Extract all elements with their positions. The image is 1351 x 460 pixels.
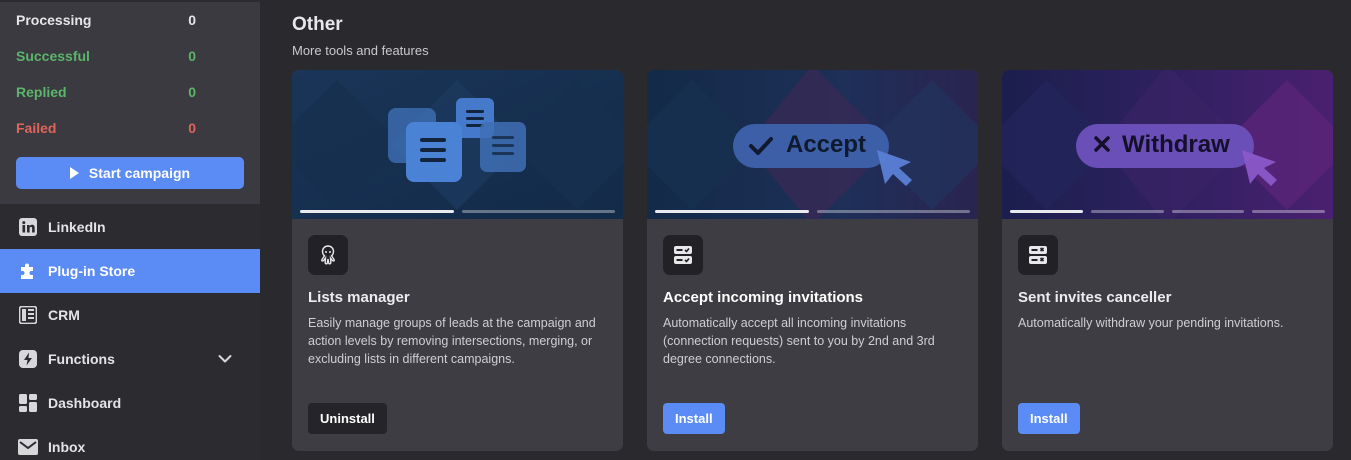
sidebar-item-linkedin[interactable]: LinkedIn: [0, 205, 260, 249]
accept-list-icon: [663, 235, 703, 275]
install-button[interactable]: Install: [1018, 403, 1080, 434]
linkedin-icon: [18, 217, 38, 237]
stat-value: 0: [188, 84, 196, 100]
stat-label: Processing: [16, 12, 92, 28]
campaign-stats: Processing 0 Successful 0 Replied 0 Fail…: [0, 2, 260, 204]
octopus-icon: [308, 235, 348, 275]
sidebar-nav: LinkedIn Plug-in Store CRM Functions Das…: [0, 204, 260, 460]
lists-banner-illustration: [292, 70, 623, 219]
stat-successful: Successful 0: [16, 38, 196, 74]
plugin-card-body: Accept incoming invitations Automaticall…: [647, 219, 978, 368]
crm-icon: [18, 305, 38, 325]
stat-label: Replied: [16, 84, 67, 100]
banner-progress: [655, 210, 970, 213]
plugin-banner: Accept: [647, 70, 978, 219]
progress-segment[interactable]: [1010, 210, 1083, 213]
plugin-card-body: Sent invites canceller Automatically wit…: [1002, 219, 1333, 332]
sidebar-item-label: LinkedIn: [48, 219, 106, 235]
start-campaign-button[interactable]: Start campaign: [16, 157, 244, 189]
plugin-banner: Withdraw: [1002, 70, 1333, 219]
section-title: Other: [292, 14, 343, 35]
stat-value: 0: [188, 48, 196, 64]
sidebar-item-inbox[interactable]: Inbox: [0, 425, 260, 460]
plugin-cards: Lists manager Easily manage groups of le…: [292, 70, 1351, 451]
install-button[interactable]: Install: [663, 403, 725, 434]
plugin-card-lists-manager: Lists manager Easily manage groups of le…: [292, 70, 623, 451]
sidebar-item-label: Inbox: [48, 439, 86, 455]
play-icon: [69, 167, 79, 179]
banner-progress: [300, 210, 615, 213]
plugin-description: Easily manage groups of leads at the cam…: [308, 316, 596, 366]
stat-label: Successful: [16, 48, 90, 64]
banner-progress: [1010, 210, 1325, 213]
progress-segment[interactable]: [1090, 210, 1164, 213]
sidebar-item-functions[interactable]: Functions: [0, 337, 260, 381]
sidebar-item-label: Plug-in Store: [48, 263, 136, 279]
banner-withdraw-label: Withdraw: [1122, 131, 1230, 158]
start-campaign-label: Start campaign: [88, 165, 191, 181]
sidebar-item-crm[interactable]: CRM: [0, 293, 260, 337]
progress-segment[interactable]: [655, 210, 809, 213]
plugin-title: Accept incoming invitations: [663, 289, 864, 306]
progress-segment[interactable]: [461, 210, 615, 213]
plugin-description: Automatically accept all incoming invita…: [663, 316, 935, 366]
banner-accept-label: Accept: [786, 131, 867, 158]
progress-segment[interactable]: [816, 210, 970, 213]
sidebar-item-label: Functions: [48, 351, 115, 367]
stat-replied: Replied 0: [16, 74, 196, 110]
stat-label: Failed: [16, 120, 57, 136]
cancel-list-icon: [1018, 235, 1058, 275]
sidebar-item-label: CRM: [48, 307, 80, 323]
plugin-title: Sent invites canceller: [1018, 289, 1172, 306]
sidebar-item-plugin-store[interactable]: Plug-in Store: [0, 249, 260, 293]
lightning-icon: [18, 349, 38, 369]
stat-value: 0: [188, 120, 196, 136]
plugin-card-body: Lists manager Easily manage groups of le…: [292, 219, 623, 368]
sidebar-item-label: Dashboard: [48, 395, 122, 411]
chevron-down-icon[interactable]: [218, 351, 232, 367]
plugin-store-main: Other More tools and features Lists mana…: [260, 0, 1351, 460]
puzzle-icon: [18, 261, 38, 281]
sidebar: Processing 0 Successful 0 Replied 0 Fail…: [0, 0, 260, 460]
plugin-title: Lists manager: [308, 289, 410, 306]
app-root: Processing 0 Successful 0 Replied 0 Fail…: [0, 0, 1351, 460]
dashboard-icon: [18, 393, 38, 413]
plugin-banner: [292, 70, 623, 219]
plugin-card-accept-invitations: Accept Accept incoming invitations Autom…: [647, 70, 978, 451]
stat-failed: Failed 0: [16, 110, 196, 146]
progress-segment[interactable]: [1171, 210, 1245, 213]
progress-segment[interactable]: [1252, 210, 1325, 213]
plugin-card-invites-canceller: Withdraw Sent invites canceller Automati…: [1002, 70, 1333, 451]
plugin-description: Automatically withdraw your pending invi…: [1018, 316, 1284, 330]
uninstall-button[interactable]: Uninstall: [308, 403, 387, 434]
stat-value: 0: [188, 12, 196, 28]
stat-processing: Processing 0: [16, 2, 196, 38]
progress-segment[interactable]: [300, 210, 454, 213]
sidebar-item-dashboard[interactable]: Dashboard: [0, 381, 260, 425]
mail-icon: [18, 437, 38, 457]
section-subtitle: More tools and features: [292, 43, 429, 58]
